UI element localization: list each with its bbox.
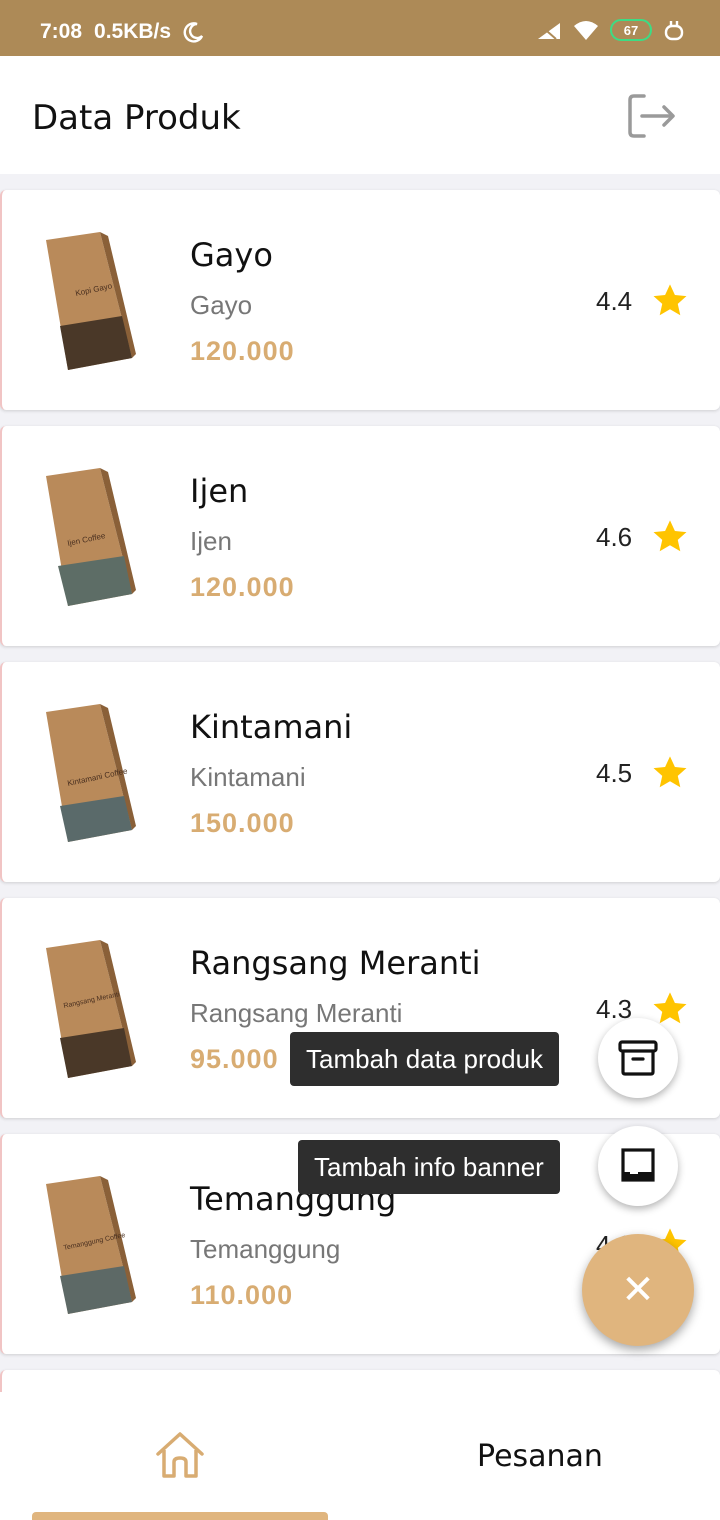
moon-icon <box>183 22 204 43</box>
wifi-icon <box>574 21 598 40</box>
product-subtitle: Gayo <box>190 290 253 320</box>
nav-orders-label: Pesanan <box>477 1438 603 1474</box>
product-rating: 4.4 <box>596 286 633 316</box>
close-icon: ✕ <box>621 1267 655 1313</box>
star-icon <box>653 520 687 552</box>
product-card[interactable]: Ijen Coffee Ijen Ijen 120.000 4.6 <box>0 426 720 646</box>
page-title: Data Produk <box>32 98 241 138</box>
coffee-bag-image: Kopi Gayo <box>46 232 136 370</box>
add-product-button[interactable] <box>598 1018 678 1098</box>
active-tab-indicator <box>32 1512 328 1520</box>
archive-box-icon <box>618 1040 658 1076</box>
add-banner-button[interactable] <box>598 1126 678 1206</box>
home-icon <box>156 1432 204 1478</box>
status-time: 7:08 <box>40 20 83 43</box>
product-name: Gayo <box>190 236 273 274</box>
product-rating: 4.6 <box>596 522 633 552</box>
nav-home[interactable] <box>0 1392 360 1520</box>
product-name: Ijen <box>190 472 249 510</box>
coffee-bag-image: Rangsang Meranti <box>46 940 136 1078</box>
logout-icon[interactable] <box>622 92 678 140</box>
signal-icon <box>538 23 560 40</box>
product-price: 110.000 <box>190 1280 294 1310</box>
product-name: Rangsang Meranti <box>190 944 481 982</box>
app-bar: Data Produk <box>0 56 720 174</box>
product-name: Kintamani <box>190 708 353 746</box>
status-bar: 7:08 0.5KB/s 67 <box>0 0 720 56</box>
product-card[interactable]: Kopi Gayo Gayo Gayo 120.000 4.4 <box>0 190 720 410</box>
star-icon <box>653 284 687 316</box>
add-product-tooltip[interactable]: Tambah data produk <box>290 1032 560 1086</box>
product-subtitle: Rangsang Meranti <box>190 998 403 1028</box>
product-price: 95.000 <box>190 1044 279 1074</box>
battery-level: 67 <box>623 22 639 38</box>
add-banner-tooltip[interactable]: Tambah info banner <box>298 1140 560 1194</box>
star-icon <box>653 756 687 788</box>
status-right: 67 <box>536 18 686 42</box>
battery-indicator: 67 <box>610 19 652 41</box>
product-rating: 4.5 <box>596 758 633 788</box>
product-price: 120.000 <box>190 572 295 602</box>
product-subtitle: Ijen <box>190 526 232 556</box>
product-subtitle: Kintamani <box>190 762 306 792</box>
product-price: 120.000 <box>190 336 295 366</box>
bottom-navigation: Pesanan <box>0 1392 720 1520</box>
banner-icon <box>621 1148 655 1182</box>
product-price: 150.000 <box>190 808 295 838</box>
product-subtitle: Temanggung <box>190 1234 341 1264</box>
coffee-bag-image: Kintamani Coffee <box>46 704 136 842</box>
status-left: 7:08 0.5KB/s <box>40 20 205 44</box>
cup-icon <box>664 21 684 41</box>
close-speed-dial-button[interactable]: ✕ <box>582 1234 694 1346</box>
status-speed: 0.5KB/s <box>94 20 172 43</box>
nav-orders[interactable]: Pesanan <box>360 1392 720 1520</box>
coffee-bag-image: Temanggung Coffee <box>46 1176 136 1314</box>
product-card[interactable]: Kintamani Coffee Kintamani Kintamani 150… <box>0 662 720 882</box>
coffee-bag-image: Ijen Coffee <box>46 468 136 606</box>
